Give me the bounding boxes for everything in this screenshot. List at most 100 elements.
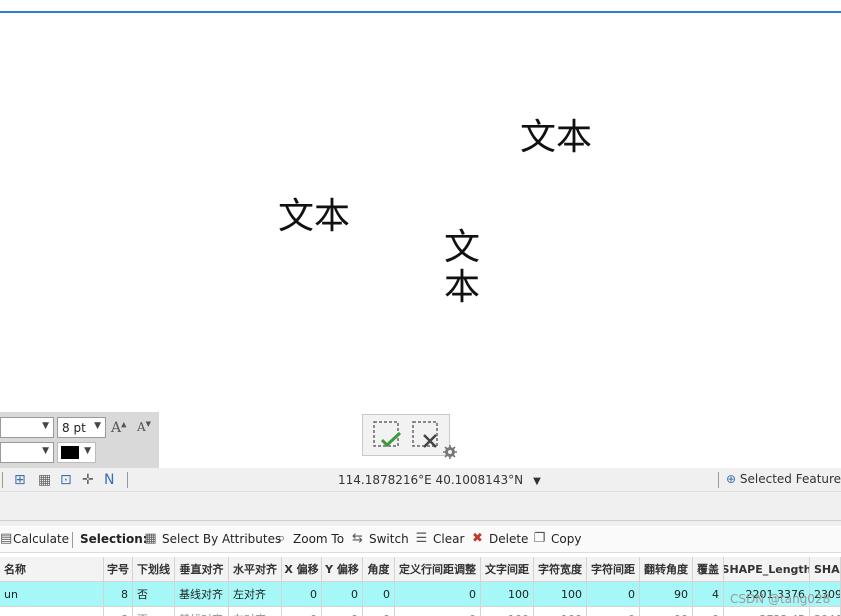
watermark: CSDN @tang028 (730, 592, 831, 606)
copy-selection-button[interactable]: ❐ Copy (532, 532, 582, 547)
delete-icon: ✖ (472, 531, 483, 546)
table-cell[interactable]: 90 (640, 582, 693, 607)
zoom-to-button[interactable]: ⌕ Zoom To (274, 532, 345, 547)
select-by-attributes-button[interactable]: ▦ Select By Attributes (143, 531, 282, 547)
font-size-dropdown[interactable]: 8 pt ▼ (57, 417, 106, 438)
table-cell[interactable]: 左对齐 (229, 582, 282, 607)
table-cell[interactable]: 90 (640, 607, 693, 616)
increase-font-size-button[interactable]: A▲ (111, 420, 127, 436)
column-header[interactable]: 字符宽度 (534, 557, 587, 582)
table-cell[interactable]: 0 (322, 582, 363, 607)
column-header[interactable]: 字符间距 (587, 557, 640, 582)
table-cell[interactable]: 0 (587, 582, 640, 607)
table-cell[interactable]: 30469 (810, 607, 841, 616)
table-cell[interactable]: 基线对齐 (175, 607, 229, 616)
map-label-text[interactable]: 文本 (278, 199, 350, 235)
north-arrow-icon[interactable]: N (104, 472, 114, 488)
coordinate-value: 114.1878216°E 40.1008143°N (338, 473, 524, 487)
table-cell[interactable]: 基线对齐 (175, 582, 229, 607)
column-header[interactable]: 下划线 (133, 557, 175, 582)
table-cell[interactable]: 左对齐 (229, 607, 282, 616)
calculate-button[interactable]: ▤ Calculate (0, 531, 70, 547)
constraints-icon[interactable]: ⊡ (60, 472, 72, 488)
triangle-down-icon: ▼ (145, 420, 152, 428)
column-header[interactable]: X 偏移 (282, 557, 322, 582)
coordinate-readout[interactable]: 114.1878216°E 40.1008143°N ▼ (338, 473, 541, 487)
pane-divider (0, 492, 841, 526)
table-cell[interactable]: 0 (363, 607, 395, 616)
table-cell[interactable]: un (0, 582, 104, 607)
table-cell[interactable]: 否 (133, 582, 175, 607)
table-header-row: 名称 字号 下划线 垂直对齐 水平对齐 X 偏移 Y 偏移 角度 定义行间距调整… (0, 557, 841, 582)
table-cell[interactable]: 0 (395, 582, 481, 607)
column-header[interactable]: 字号 (104, 557, 133, 582)
switch-label: Switch (369, 532, 409, 546)
separator (127, 472, 128, 488)
snapping-icon[interactable]: ⊞ (14, 472, 26, 488)
chevron-down-icon: ▼ (42, 421, 49, 431)
crosshair-icon[interactable]: ✛ (82, 472, 94, 488)
map-label-text-vertical[interactable]: 文本 (443, 228, 481, 308)
selected-features-label: Selected Features: (739, 472, 841, 486)
font-style-dropdown[interactable]: ▼ (0, 442, 54, 463)
calculator-icon: ▤ (0, 531, 13, 546)
table-cell[interactable]: 0 (587, 607, 640, 616)
selected-features-indicator[interactable]: ⊕ Selected Features: (726, 472, 841, 486)
switch-icon: ⇆ (352, 531, 363, 546)
select-by-attributes-label: Select By Attributes (162, 532, 282, 546)
divider-line (0, 520, 841, 521)
table-cell[interactable]: 100 (534, 607, 587, 616)
table-row-selected[interactable]: un 8 否 基线对齐 左对齐 0 0 0 0 100 100 0 90 4 2… (0, 582, 841, 607)
font-color-picker[interactable]: ▼ (57, 442, 96, 463)
table-cell[interactable]: 100 (534, 582, 587, 607)
column-header[interactable]: SHAPE (810, 557, 841, 582)
column-header[interactable]: 角度 (363, 557, 395, 582)
chevron-down-icon: ▼ (533, 476, 541, 487)
increase-font-size-label: A (111, 420, 122, 436)
decrease-font-size-button[interactable]: A▼ (137, 420, 151, 434)
table-cell[interactable]: 4 (693, 582, 724, 607)
x-square-icon[interactable] (411, 420, 441, 450)
table-cell[interactable]: 2722.45 (724, 607, 810, 616)
table-cell[interactable]: 0 (282, 607, 322, 616)
check-square-icon[interactable] (372, 420, 402, 450)
column-header[interactable]: 文字间距 (481, 557, 534, 582)
column-header[interactable]: 水平对齐 (229, 557, 282, 582)
table-cell[interactable]: 0 (693, 607, 724, 616)
table-row[interactable]: 8 否 基线对齐 左对齐 0 0 0 0 100 100 0 90 0 2722… (0, 607, 841, 616)
table-cell[interactable]: 0 (282, 582, 322, 607)
grid-icon[interactable]: ▦ (38, 472, 51, 488)
table-cell[interactable]: 否 (133, 607, 175, 616)
column-header[interactable]: 覆盖 (693, 557, 724, 582)
map-status-bar: ⊞ ▦ ⊡ ✛ N 114.1878216°E 40.1008143°N ▼ ⊕ … (0, 468, 841, 492)
column-header[interactable]: 定义行间距调整 (395, 557, 481, 582)
table-cell[interactable] (0, 607, 104, 616)
column-header[interactable]: SHAPE_Length (724, 557, 810, 582)
column-header[interactable]: 名称 (0, 557, 104, 582)
gear-icon[interactable] (443, 445, 457, 459)
color-swatch (61, 446, 79, 459)
delete-label: Delete (489, 532, 529, 546)
table-cell[interactable]: 100 (481, 607, 534, 616)
table-cell[interactable]: 100 (481, 582, 534, 607)
font-family-dropdown[interactable]: ▼ (0, 417, 54, 438)
column-header[interactable]: Y 偏移 (322, 557, 363, 582)
switch-selection-button[interactable]: ⇆ Switch (350, 531, 409, 547)
table-cell[interactable]: 8 (104, 607, 133, 616)
table-cell[interactable]: 8 (104, 582, 133, 607)
map-canvas[interactable]: 文本 文本 文本 (0, 13, 841, 468)
attribute-table-toolbar: ▤ Calculate Selection: ▦ Select By Attribu… (0, 527, 841, 553)
calculate-label: Calculate (13, 532, 70, 546)
table-cell[interactable]: 0 (363, 582, 395, 607)
column-header[interactable]: 垂直对齐 (175, 557, 229, 582)
delete-selection-button[interactable]: ✖ Delete (470, 531, 529, 547)
select-by-attributes-icon: ▦ (144, 531, 157, 546)
table-cell[interactable]: 0 (322, 607, 363, 616)
column-header[interactable]: 翻转角度 (640, 557, 693, 582)
zoom-to-label: Zoom To (293, 532, 345, 546)
clear-selection-button[interactable]: ☰ Clear (414, 532, 465, 547)
table-cell[interactable]: 0 (395, 607, 481, 616)
map-label-text[interactable]: 文本 (520, 120, 592, 156)
edit-confirm-toolbar (362, 414, 457, 459)
decrease-font-size-label: A (137, 420, 146, 434)
